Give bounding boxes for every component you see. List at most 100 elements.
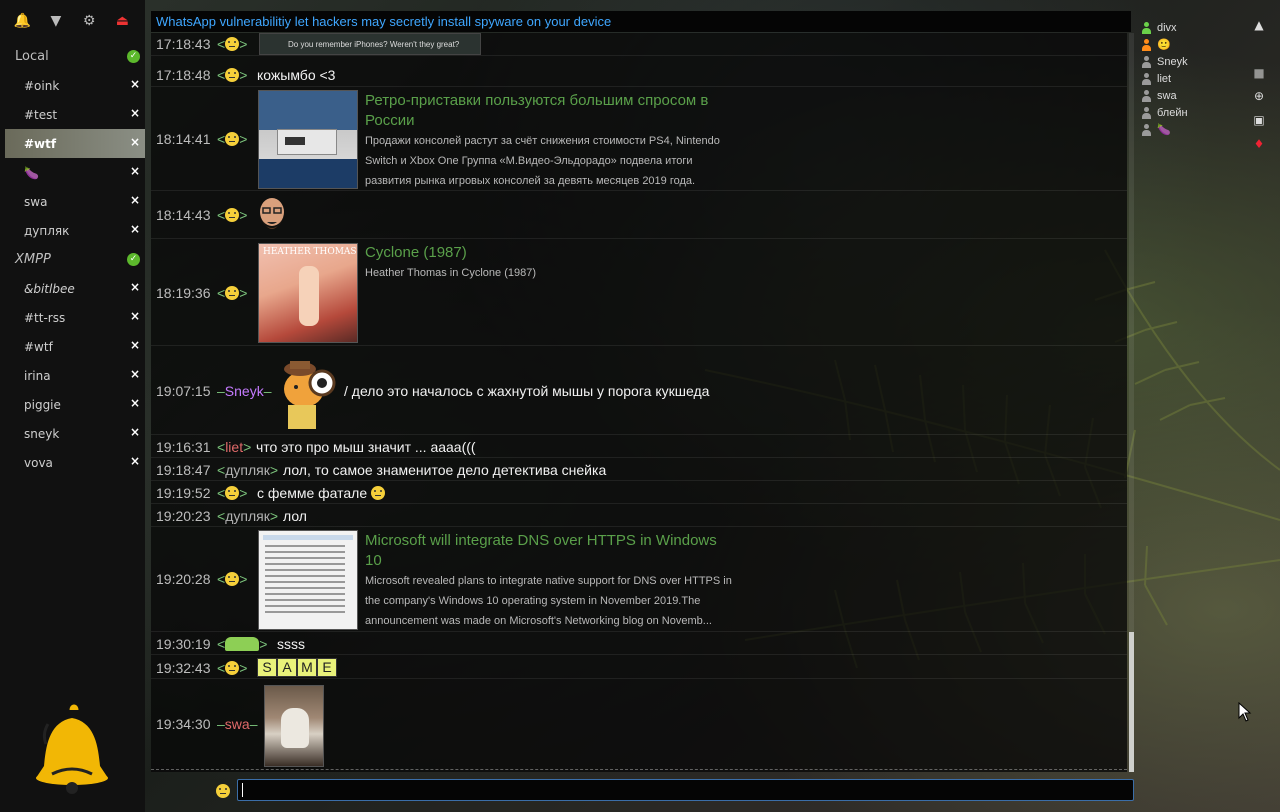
- fire-icon[interactable]: ♦: [1251, 137, 1267, 153]
- server-group-local[interactable]: Local ✓: [0, 42, 145, 71]
- channel-item[interactable]: swa ×: [0, 187, 145, 216]
- message-text: с фемме фатале: [257, 485, 386, 501]
- user-item[interactable]: блейн: [1141, 104, 1236, 121]
- message-list[interactable]: 17:18:43 < > Do you remember iPhones? Wer…: [151, 33, 1127, 772]
- add-icon[interactable]: ⊕: [1251, 89, 1267, 105]
- same-letters-emoji: S A M E: [257, 658, 337, 677]
- message-row: 19:20:28 < > Microsoft will integrate DNS…: [151, 528, 1127, 632]
- channel-item-active[interactable]: #wtf ×: [5, 129, 145, 158]
- close-icon[interactable]: ×: [130, 454, 140, 468]
- close-icon[interactable]: ×: [130, 164, 140, 178]
- server-label: Local: [15, 49, 49, 64]
- channel-item[interactable]: irina ×: [0, 361, 145, 390]
- timestamp: 18:14:43: [156, 207, 211, 223]
- channel-item[interactable]: #tt-rss ×: [0, 303, 145, 332]
- movie-poster-thumbnail[interactable]: HEATHER THOMAS: [258, 243, 358, 343]
- link-preview[interactable]: Ретро-приставки пользуются большим спрос…: [365, 91, 725, 191]
- image-icon[interactable]: ▣: [1251, 113, 1267, 129]
- message-row: 19:34:30 –swa–: [151, 680, 1127, 770]
- notification-bell-icon[interactable]: [32, 704, 112, 796]
- nick: < >: [217, 207, 248, 223]
- close-icon[interactable]: ×: [130, 193, 140, 207]
- timestamp: 19:19:52: [156, 485, 211, 501]
- sidebar: 🔔 ▼ ⚙ ⏏ Local ✓ #oink × #test × #wtf × 🍆 × s…: [0, 0, 145, 812]
- user-icon: [1141, 38, 1152, 51]
- cat-image-thumbnail[interactable]: [264, 685, 324, 767]
- user-item[interactable]: divx: [1141, 19, 1236, 36]
- close-icon[interactable]: ×: [130, 222, 140, 236]
- article-thumbnail[interactable]: [258, 530, 358, 630]
- link-preview[interactable]: Microsoft will integrate DNS over HTTPS …: [365, 531, 735, 631]
- logout-icon[interactable]: ⏏: [112, 10, 133, 32]
- emoji-picker-icon[interactable]: [216, 784, 230, 798]
- bell-icon[interactable]: 🔔: [12, 10, 33, 32]
- user-item[interactable]: 🍆: [1141, 121, 1236, 138]
- close-icon[interactable]: ×: [130, 367, 140, 381]
- channel-item[interactable]: #wtf ×: [0, 332, 145, 361]
- message-row: 19:16:31 <liet> что это про мыш значит .…: [151, 436, 1127, 458]
- detective-hamster-sticker[interactable]: [272, 353, 342, 433]
- filter-icon[interactable]: ▼: [45, 10, 66, 32]
- channel-item[interactable]: 🍆 ×: [0, 158, 145, 187]
- message-text: кожымбо <3: [257, 67, 336, 83]
- channel-item[interactable]: piggie ×: [0, 390, 145, 419]
- timestamp: 19:07:15: [156, 383, 211, 399]
- close-icon[interactable]: ×: [130, 135, 140, 149]
- close-icon[interactable]: ×: [130, 280, 140, 294]
- message-text: ssss: [277, 636, 305, 652]
- link-preview[interactable]: Cyclone (1987) Heather Thomas in Cyclone…: [365, 243, 725, 283]
- nick: < >: [217, 660, 248, 676]
- close-icon[interactable]: ×: [130, 396, 140, 410]
- close-icon[interactable]: ×: [130, 77, 140, 91]
- nick: <liet>: [217, 439, 252, 455]
- timestamp: 18:14:41: [156, 131, 211, 147]
- face-image[interactable]: [257, 194, 287, 236]
- article-thumbnail[interactable]: [258, 90, 358, 189]
- server-group-xmpp[interactable]: XMPP ✓: [0, 245, 145, 274]
- close-icon[interactable]: ×: [130, 106, 140, 120]
- members-icon[interactable]: ■: [1251, 66, 1267, 82]
- user-item[interactable]: 🙂: [1141, 36, 1236, 53]
- close-icon[interactable]: ×: [130, 425, 140, 439]
- timestamp: 19:18:47: [156, 462, 211, 478]
- frog-emoji-icon: [225, 637, 260, 651]
- channel-item[interactable]: vova ×: [0, 448, 145, 477]
- message-row: 19:32:43 < > S A M E: [151, 656, 1127, 679]
- user-icon: [1141, 106, 1152, 119]
- link-title[interactable]: Cyclone (1987): [365, 243, 725, 263]
- nick: < >: [217, 485, 248, 501]
- smiley-icon: [225, 286, 240, 300]
- link-description: Microsoft revealed plans to integrate na…: [365, 575, 732, 627]
- channel-item[interactable]: &bitlbee ×: [0, 274, 145, 303]
- smiley-icon: [225, 572, 240, 586]
- nick: < >: [217, 571, 248, 587]
- smiley-icon: [225, 68, 240, 82]
- nick: –swa–: [217, 716, 258, 732]
- close-icon[interactable]: ×: [130, 309, 140, 323]
- image-thumbnail[interactable]: Do you remember iPhones? Weren't they gr…: [259, 33, 481, 55]
- user-item[interactable]: swa: [1141, 87, 1236, 104]
- link-title[interactable]: Ретро-приставки пользуются большим спрос…: [365, 91, 725, 131]
- close-icon[interactable]: ×: [130, 338, 140, 352]
- user-item[interactable]: Sneyk: [1141, 53, 1236, 70]
- nick: < >: [217, 636, 268, 652]
- channel-item[interactable]: дупляк ×: [0, 216, 145, 245]
- message-text: лол, то самое знаменитое дело детектива …: [283, 462, 607, 478]
- scrollbar-thumb[interactable]: [1129, 632, 1134, 772]
- timestamp: 17:18:48: [156, 67, 211, 83]
- channel-item[interactable]: #oink ×: [0, 71, 145, 100]
- timestamp: 19:32:43: [156, 660, 211, 676]
- gear-icon[interactable]: ⚙: [79, 10, 100, 32]
- timestamp: 19:30:19: [156, 636, 211, 652]
- link-title[interactable]: Microsoft will integrate DNS over HTTPS …: [365, 531, 735, 571]
- channel-item[interactable]: #test ×: [0, 100, 145, 129]
- message-input[interactable]: [237, 779, 1134, 801]
- timestamp: 18:19:36: [156, 285, 211, 301]
- nick: <дупляк>: [217, 508, 278, 524]
- bell-icon[interactable]: ▲: [1251, 18, 1267, 34]
- chat-scrollbar[interactable]: [1129, 33, 1134, 772]
- connected-check-icon: ✓: [127, 50, 140, 63]
- user-item[interactable]: liet: [1141, 70, 1236, 87]
- channel-item[interactable]: sneyk ×: [0, 419, 145, 448]
- connected-check-icon: ✓: [127, 253, 140, 266]
